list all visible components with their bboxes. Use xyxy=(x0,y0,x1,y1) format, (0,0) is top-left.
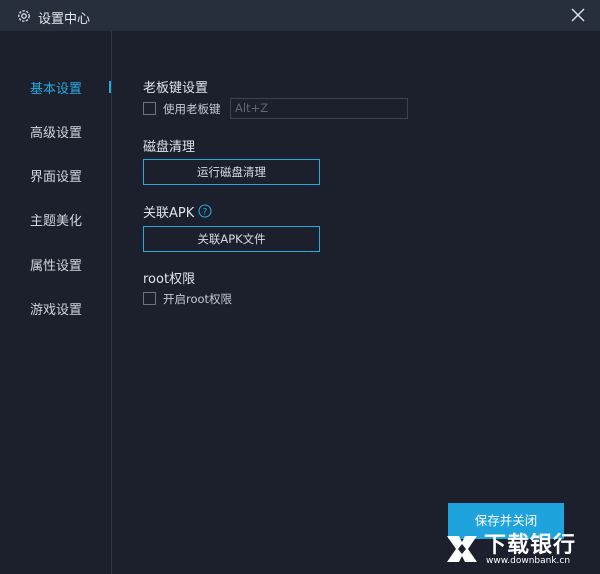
sidebar-item-basic-settings[interactable]: 基本设置 xyxy=(30,78,82,97)
svg-text:?: ? xyxy=(203,207,208,217)
boss-key-checkbox-label: 使用老板键 xyxy=(163,102,221,116)
watermark: 下载银行 www.downbank.cn xyxy=(444,526,594,570)
disk-clean-title: 磁盘清理 xyxy=(143,140,196,155)
title-bar: 设置中心 xyxy=(0,0,600,31)
window-title: 设置中心 xyxy=(38,12,91,27)
sidebar-item-theme[interactable]: 主题美化 xyxy=(30,210,82,229)
boss-key-hotkey-input[interactable]: Alt+Z xyxy=(230,98,408,119)
sidebar: 基本设置 高级设置 界面设置 主题美化 属性设置 游戏设置 xyxy=(0,31,112,574)
sidebar-item-property-settings[interactable]: 属性设置 xyxy=(30,255,82,274)
active-tab-indicator xyxy=(109,81,111,93)
run-disk-clean-button[interactable]: 运行磁盘清理 xyxy=(143,159,320,185)
sidebar-item-game-settings[interactable]: 游戏设置 xyxy=(30,299,82,318)
root-permission-checkbox-label: 开启root权限 xyxy=(163,292,233,306)
boss-key-title: 老板键设置 xyxy=(143,81,209,96)
sidebar-item-interface-settings[interactable]: 界面设置 xyxy=(30,166,82,185)
question-circle-icon[interactable]: ? xyxy=(198,204,212,218)
sidebar-item-advanced-settings[interactable]: 高级设置 xyxy=(30,122,82,141)
boss-key-checkbox[interactable] xyxy=(143,102,156,115)
associate-apk-title: 关联APK xyxy=(143,206,195,221)
root-permission-title: root权限 xyxy=(143,272,196,287)
associate-apk-file-button[interactable]: 关联APK文件 xyxy=(143,226,320,252)
gear-icon xyxy=(18,10,30,22)
watermark-url: www.downbank.cn xyxy=(486,556,571,566)
watermark-logo-icon xyxy=(447,536,477,562)
close-icon[interactable] xyxy=(570,7,586,23)
watermark-text: 下载银行 xyxy=(484,533,577,558)
root-permission-checkbox[interactable] xyxy=(143,292,156,305)
